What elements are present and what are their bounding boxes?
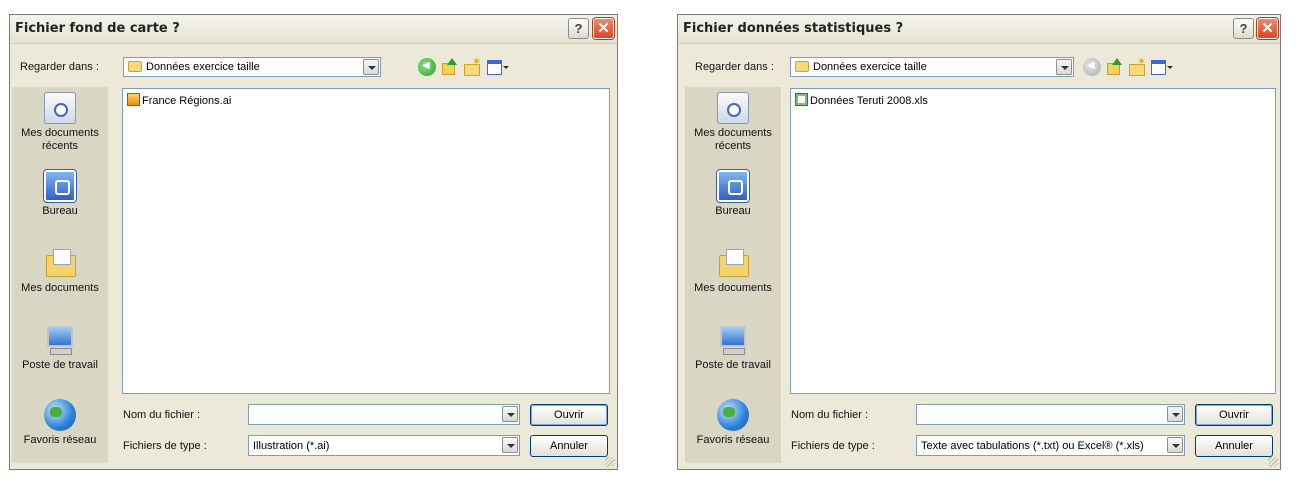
place-label: Mes documents (21, 282, 99, 294)
open-dialog-map-file: Fichier fond de carte ? ? ✕ Regarder dan… (9, 14, 618, 470)
place-my-computer[interactable]: Poste de travail (685, 324, 781, 372)
folder-icon (795, 61, 809, 72)
my-documents-icon (44, 247, 76, 279)
my-documents-icon (717, 247, 749, 279)
folder-icon (128, 61, 142, 72)
new-folder-icon[interactable] (463, 55, 481, 76)
chevron-down-icon[interactable] (1167, 406, 1183, 422)
views-menu-icon[interactable] (1150, 58, 1173, 76)
up-folder-icon[interactable] (440, 58, 458, 76)
file-name: Données Teruti 2008.xls (810, 95, 928, 107)
chevron-down-icon[interactable] (1167, 437, 1183, 453)
cancel-button[interactable]: Annuler (530, 435, 608, 457)
place-label: Mes documents (694, 282, 772, 294)
title-bar[interactable]: Fichier données statistiques ? ? ✕ (678, 15, 1280, 44)
help-button[interactable]: ? (1233, 18, 1254, 39)
computer-icon (44, 324, 76, 356)
place-label: Favoris réseau (23, 434, 97, 446)
look-in-dropdown[interactable]: Données exercice taille (123, 57, 381, 77)
chevron-down-icon[interactable] (1056, 59, 1072, 75)
place-label: Favoris réseau (696, 434, 770, 446)
place-desktop[interactable]: Bureau (685, 169, 781, 218)
dialog-title: Fichier fond de carte ? (15, 21, 180, 36)
open-dialog-statistics-file: Fichier données statistiques ? ? ✕ Regar… (677, 14, 1281, 470)
place-label: Bureau (715, 205, 751, 217)
look-in-value: Données exercice taille (813, 61, 927, 73)
place-label: Poste de travail (22, 359, 98, 371)
file-type-label: Fichiers de type : (123, 440, 207, 452)
back-icon[interactable] (418, 58, 436, 76)
dialog-title: Fichier données statistiques ? (683, 21, 904, 36)
file-name: France Régions.ai (142, 95, 232, 107)
resize-grip[interactable] (1268, 457, 1278, 467)
look-in-value: Données exercice taille (146, 61, 260, 73)
close-button[interactable]: ✕ (1256, 17, 1279, 40)
place-my-documents[interactable]: Mes documents (12, 247, 108, 295)
places-bar: Mes documents récents Bureau Mes documen… (685, 87, 781, 463)
illustrator-file-icon (127, 93, 140, 106)
chevron-down-icon[interactable] (502, 406, 518, 422)
open-button[interactable]: Ouvrir (530, 404, 608, 426)
title-bar[interactable]: Fichier fond de carte ? ? ✕ (10, 15, 617, 44)
computer-icon (717, 324, 749, 356)
file-type-dropdown[interactable]: Texte avec tabulations (*.txt) ou Excel®… (916, 435, 1185, 456)
file-list[interactable]: France Régions.ai (122, 88, 610, 394)
open-button[interactable]: Ouvrir (1195, 404, 1273, 426)
recent-documents-icon (717, 92, 749, 124)
file-type-dropdown[interactable]: Illustration (*.ai) (248, 435, 520, 456)
network-globe-icon (44, 399, 76, 431)
file-list[interactable]: Données Teruti 2008.xls (790, 88, 1276, 394)
look-in-label: Regarder dans : (695, 61, 774, 73)
back-icon[interactable] (1083, 58, 1101, 76)
place-desktop[interactable]: Bureau (12, 169, 108, 218)
place-label: Bureau (42, 205, 78, 217)
place-label: Mes documents récents (694, 127, 772, 152)
place-label: Poste de travail (695, 359, 771, 371)
file-name-input[interactable] (248, 404, 520, 425)
network-globe-icon (717, 399, 749, 431)
place-network[interactable]: Favoris réseau (12, 399, 108, 447)
file-item[interactable]: France Régions.ai (127, 93, 231, 107)
up-folder-icon[interactable] (1105, 58, 1123, 76)
close-button[interactable]: ✕ (592, 17, 615, 40)
place-my-documents[interactable]: Mes documents (685, 247, 781, 295)
look-in-dropdown[interactable]: Données exercice taille (790, 57, 1074, 77)
place-network[interactable]: Favoris réseau (685, 399, 781, 447)
chevron-down-icon[interactable] (363, 59, 379, 75)
new-folder-icon[interactable] (1128, 55, 1146, 76)
places-bar: Mes documents récents Bureau Mes documen… (12, 87, 108, 463)
desktop-icon (716, 169, 750, 203)
file-type-label: Fichiers de type : (791, 440, 875, 452)
chevron-down-icon[interactable] (502, 437, 518, 453)
place-recent-documents[interactable]: Mes documents récents (12, 92, 108, 153)
file-name-label: Nom du fichier : (123, 409, 201, 421)
place-my-computer[interactable]: Poste de travail (12, 324, 108, 372)
file-type-value: Illustration (*.ai) (253, 440, 330, 452)
resize-grip[interactable] (605, 457, 615, 467)
cancel-button[interactable]: Annuler (1195, 435, 1273, 457)
file-item[interactable]: Données Teruti 2008.xls (795, 93, 928, 107)
views-menu-icon[interactable] (486, 58, 509, 76)
excel-file-icon (795, 93, 808, 106)
file-name-input[interactable] (916, 404, 1185, 425)
place-label: Mes documents récents (21, 127, 99, 152)
look-in-label: Regarder dans : (20, 61, 99, 73)
recent-documents-icon (44, 92, 76, 124)
file-type-value: Texte avec tabulations (*.txt) ou Excel®… (921, 440, 1144, 452)
help-button[interactable]: ? (568, 18, 589, 39)
file-name-label: Nom du fichier : (791, 409, 869, 421)
place-recent-documents[interactable]: Mes documents récents (685, 92, 781, 153)
desktop-icon (43, 169, 77, 203)
